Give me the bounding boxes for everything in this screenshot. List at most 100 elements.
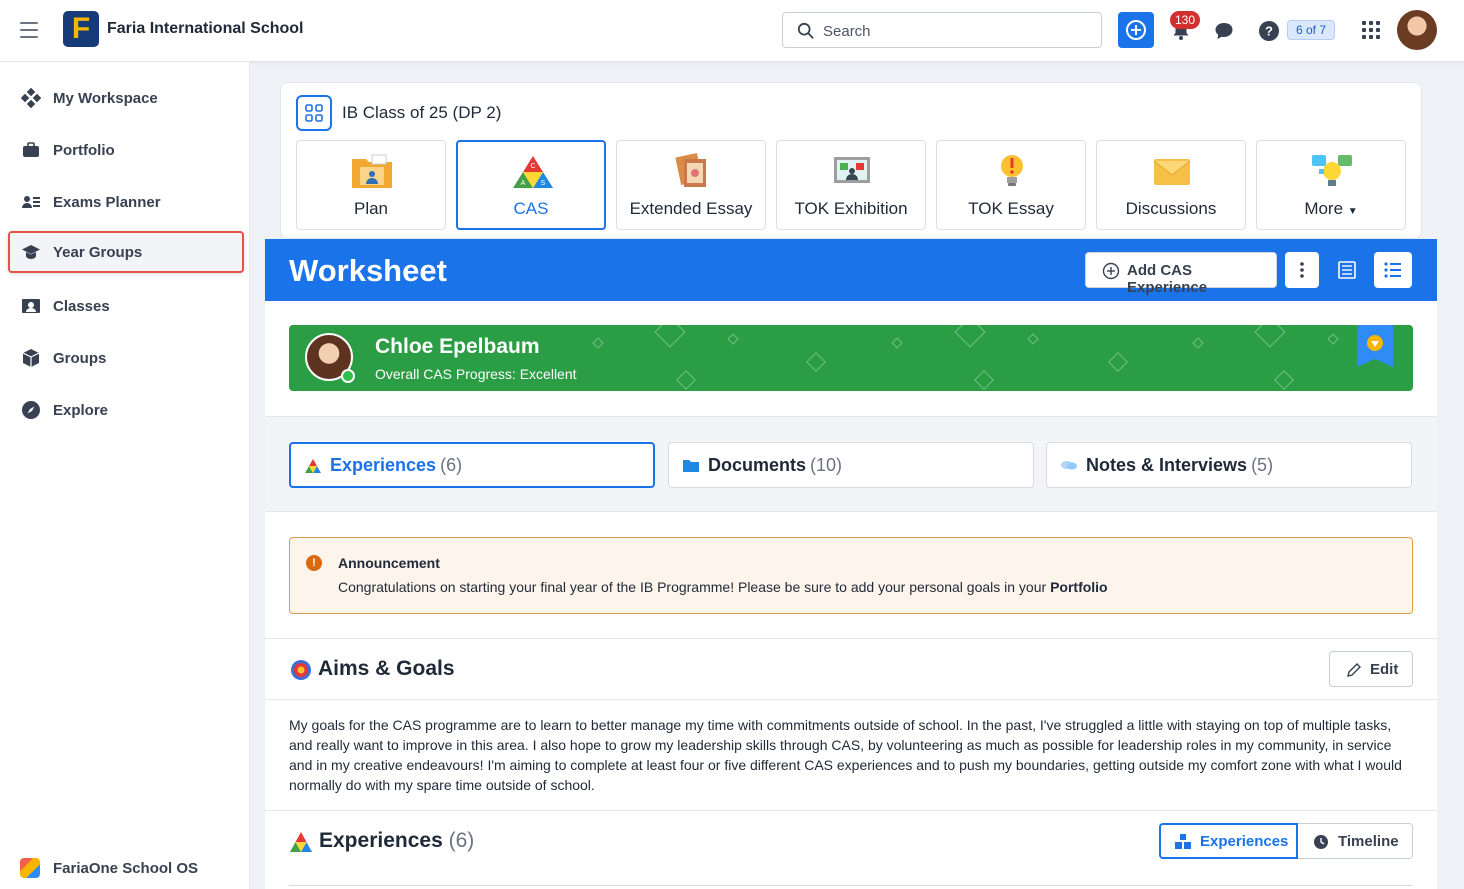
cube-icon (22, 349, 40, 367)
experiences-label: Experiences (319, 829, 443, 852)
class-card: IB Class of 25 (DP 2) Plan CAS CAS Exten… (280, 82, 1422, 239)
sidebar-item-label: Classes (53, 298, 110, 315)
tab-documents-label: Documents (708, 455, 807, 475)
tile-plan[interactable]: Plan (296, 140, 446, 230)
compass-icon (22, 401, 40, 419)
tile-discussions[interactable]: Discussions (1096, 140, 1246, 230)
sidebar-item-explore[interactable]: Explore (8, 389, 244, 431)
announcement: ! Announcement Congratulations on starti… (289, 537, 1413, 614)
workspace-icon (21, 88, 41, 108)
aims-goals-title: Aims & Goals (318, 657, 455, 680)
toggle-experiences-button[interactable]: Experiences (1159, 823, 1298, 859)
sidebar: My Workspace Portfolio Exams Planner Yea… (0, 62, 250, 889)
divider (265, 638, 1437, 639)
target-goal-icon (291, 660, 311, 680)
tile-label: CAS (513, 199, 549, 218)
top-bar: F Faria International School Search 130 … (0, 0, 1464, 62)
edit-label: Edit (1370, 661, 1399, 678)
tile-tok-exhibition[interactable]: TOK Exhibition (776, 140, 926, 230)
tok-exhibition-icon (834, 157, 870, 183)
tile-more[interactable]: More ▼ (1256, 140, 1406, 230)
sidebar-item-label: Explore (53, 402, 109, 419)
faria-logo[interactable]: F (63, 11, 99, 47)
tab-experiences[interactable]: Experiences (6) (289, 442, 655, 488)
list-view-button[interactable] (1374, 252, 1412, 288)
sidebar-item-groups[interactable]: Groups (8, 337, 244, 379)
help-progress-badge[interactable]: 6 of 7 (1287, 20, 1335, 40)
tab-count: (6) (440, 455, 463, 475)
toggle-timeline-button[interactable]: Timeline (1298, 823, 1413, 859)
online-status-icon (341, 369, 355, 383)
fariaone-label: FariaOne School OS (53, 860, 199, 877)
decorative-diamond (727, 333, 739, 345)
hamburger-menu-icon[interactable] (20, 22, 38, 38)
svg-text:S: S (541, 180, 546, 187)
classes-icon (22, 299, 40, 313)
worksheet-body: Chloe Epelbaum Overall CAS Progress: Exc… (265, 301, 1437, 889)
decorative-diamond (891, 337, 903, 349)
decorative-diamond (954, 325, 986, 348)
sidebar-item-year-groups[interactable]: Year Groups (8, 231, 244, 273)
plan-folder-icon (352, 154, 392, 188)
tile-extended-essay[interactable]: Extended Essay (616, 140, 766, 230)
svg-text:?: ? (1265, 24, 1273, 39)
edit-goals-button[interactable]: Edit (1329, 651, 1413, 687)
portfolio-link[interactable]: Portfolio (1050, 579, 1108, 595)
sidebar-item-label: Exams Planner (53, 194, 161, 211)
decorative-diamond (592, 337, 604, 349)
app-grid-icon[interactable] (1362, 21, 1380, 39)
sidebar-item-label: My Workspace (53, 90, 158, 107)
tab-documents[interactable]: Documents (10) (668, 442, 1034, 488)
search-input[interactable]: Search (782, 12, 1102, 48)
tab-notes-interviews[interactable]: Notes & Interviews (5) (1046, 442, 1412, 488)
tab-count: (5) (1251, 455, 1274, 475)
class-grid-icon (296, 95, 332, 131)
sidebar-item-label: Groups (53, 350, 107, 367)
blocks-icon (1175, 834, 1191, 849)
add-cas-experience-button[interactable]: Add CAS Experience (1085, 252, 1277, 296)
tab-count: (10) (810, 455, 843, 475)
announcement-title: Announcement (338, 555, 440, 571)
experiences-view-toggle: Experiences Timeline (1159, 823, 1413, 859)
document-view-button[interactable] (1329, 252, 1365, 288)
tile-label: Discussions (1125, 199, 1217, 218)
decorative-diamond (806, 352, 826, 372)
sidebar-item-label: Portfolio (53, 142, 115, 159)
tile-label: Extended Essay (629, 199, 753, 218)
tile-label: More ▼ (1257, 199, 1405, 219)
sidebar-item-exams-planner[interactable]: Exams Planner (8, 181, 244, 223)
more-label: More (1304, 199, 1344, 218)
decorative-diamond (676, 370, 696, 390)
caret-down-icon: ▼ (1347, 206, 1358, 217)
decorative-diamond (1327, 333, 1339, 345)
help-icon[interactable]: ? (1258, 20, 1280, 42)
school-name: Faria International School (107, 20, 304, 37)
tile-cas[interactable]: CAS CAS (456, 140, 606, 230)
user-avatar[interactable] (1397, 10, 1437, 50)
tile-label: TOK Exhibition (794, 199, 908, 218)
award-ribbon-icon[interactable] (1357, 325, 1393, 367)
tab-notes-label: Notes & Interviews (1086, 455, 1248, 475)
sidebar-item-classes[interactable]: Classes (8, 285, 244, 327)
add-cas-label: Add CAS Experience (1127, 262, 1208, 296)
alert-icon: ! (306, 555, 322, 571)
more-options-button[interactable] (1285, 252, 1319, 288)
decorative-diamond (1192, 337, 1204, 349)
sidebar-item-my-workspace[interactable]: My Workspace (8, 77, 244, 119)
cas-triangle-icon (305, 459, 321, 473)
more-bulb-icon (1312, 155, 1352, 186)
svg-text:A: A (521, 180, 526, 187)
announcement-text: Congratulations on starting your final y… (338, 579, 1108, 595)
document-view-icon (1338, 261, 1356, 279)
sidebar-item-portfolio[interactable]: Portfolio (8, 129, 244, 171)
divider (265, 699, 1437, 700)
create-button[interactable] (1118, 12, 1154, 48)
cas-progress-text: Overall CAS Progress: Excellent (375, 366, 577, 382)
tile-tok-essay[interactable]: TOK Essay (936, 140, 1086, 230)
pencil-icon (1347, 663, 1361, 677)
tok-essay-icon (1001, 155, 1023, 186)
experiences-title: Experiences (6) (319, 829, 474, 853)
clock-icon (1314, 835, 1328, 849)
worksheet-header: Worksheet Add CAS Experience (265, 239, 1437, 301)
chat-icon[interactable] (1213, 20, 1235, 42)
